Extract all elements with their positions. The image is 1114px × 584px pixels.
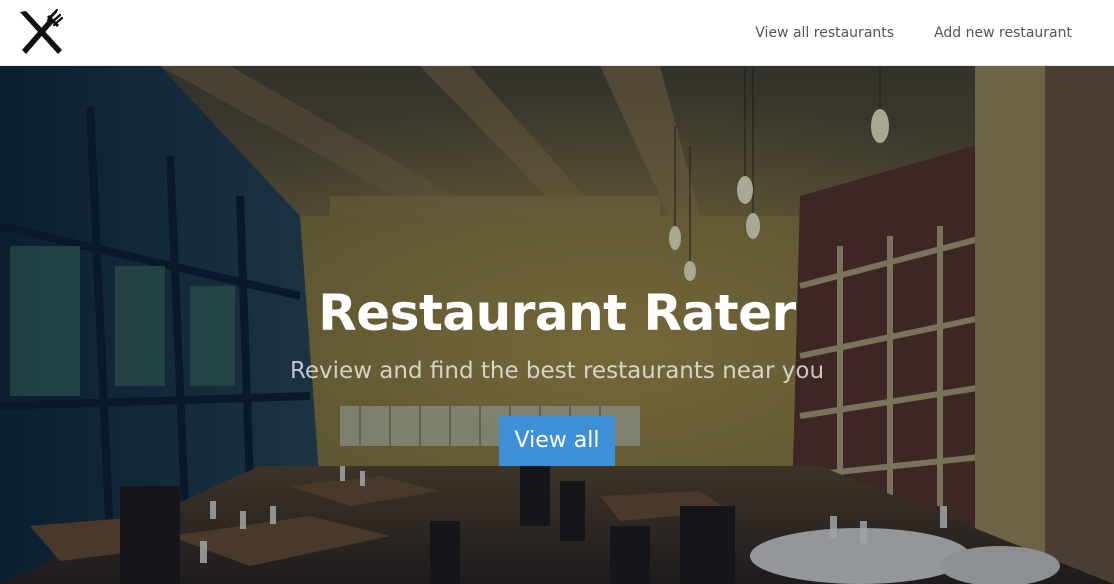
hero-subtitle: Review and find the best restaurants nea…: [289, 358, 825, 384]
nav-link-add-new-restaurant[interactable]: Add new restaurant: [934, 25, 1072, 41]
nav-link-view-all-restaurants[interactable]: View all restaurants: [755, 25, 894, 41]
hero-content: Restaurant Rater Review and find the bes…: [0, 278, 1114, 466]
hero-section: Restaurant Rater Review and find the bes…: [0, 66, 1114, 584]
view-all-button[interactable]: View all: [498, 416, 616, 466]
hero-title: Restaurant Rater: [318, 284, 796, 342]
fork-and-knife-icon[interactable]: [16, 8, 68, 56]
navbar: View all restaurants Add new restaurant: [0, 0, 1114, 66]
nav-links: View all restaurants Add new restaurant: [755, 0, 1072, 66]
